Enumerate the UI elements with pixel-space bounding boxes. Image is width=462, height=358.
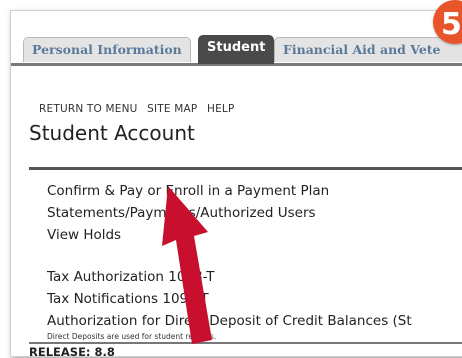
tab-financial-aid[interactable]: Financial Aid and Vete	[274, 37, 462, 62]
top-navigation: RETURN TO MENU SITE MAP HELP	[39, 103, 241, 115]
view-holds-link[interactable]: View Holds	[47, 227, 121, 243]
tab-bar: Personal Information Student Financial A…	[11, 11, 462, 66]
tab-student[interactable]: Student	[198, 35, 275, 64]
help-link[interactable]: HELP	[207, 103, 235, 115]
pointer-arrow-icon	[162, 186, 212, 344]
tab-personal-information[interactable]: Personal Information	[23, 37, 191, 62]
title-divider	[29, 167, 462, 170]
page-title: Student Account	[29, 121, 195, 145]
site-map-link[interactable]: SITE MAP	[147, 103, 197, 115]
return-to-menu-link[interactable]: RETURN TO MENU	[39, 103, 138, 115]
release-label: RELEASE: 8.8	[29, 345, 115, 357]
